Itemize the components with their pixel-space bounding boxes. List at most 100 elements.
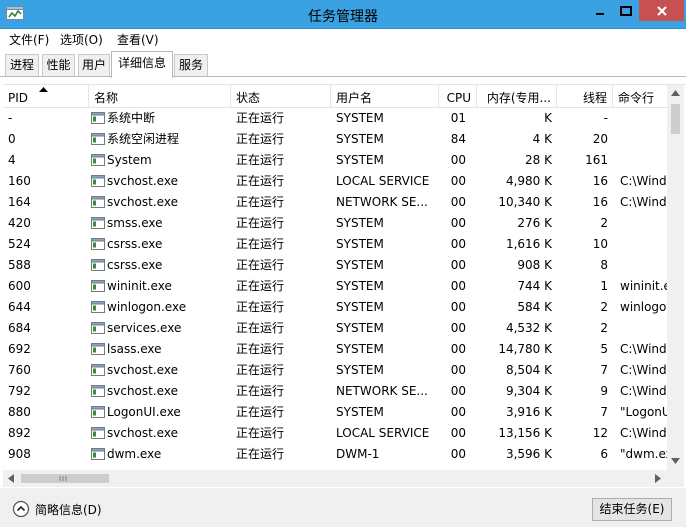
process-name-cell: services.exe xyxy=(107,321,182,335)
command-line-cell: "LogonU xyxy=(620,405,667,419)
application-icon xyxy=(91,175,105,187)
column-memory[interactable]: 内存(专用... xyxy=(477,85,557,108)
pid-cell: 420 xyxy=(8,216,31,230)
application-icon xyxy=(91,217,105,229)
pid-cell: 160 xyxy=(8,174,31,188)
pid-cell: 4 xyxy=(8,153,16,167)
status-cell: 正在运行 xyxy=(236,447,285,461)
scroll-down-icon[interactable] xyxy=(671,458,680,464)
scroll-up-icon[interactable] xyxy=(671,90,680,96)
column-command-line[interactable]: 命令行 xyxy=(613,85,667,108)
column-label: 命令行 xyxy=(618,91,655,105)
status-cell: 正在运行 xyxy=(236,384,285,398)
table-row[interactable]: 524 csrss.exe 正在运行 SYSTEM 00 1,616 K 10 xyxy=(3,234,667,255)
pid-cell: 644 xyxy=(8,300,31,314)
process-name-cell: svchost.exe xyxy=(107,174,178,188)
tab-services[interactable]: 服务 xyxy=(174,54,208,76)
horizontal-scrollbar[interactable] xyxy=(3,470,667,487)
command-line-cell: C:\Windo xyxy=(620,342,667,356)
table-row[interactable]: 792 svchost.exe 正在运行 NETWORK SE... 00 9,304 K… xyxy=(3,381,667,402)
command-line-cell: C:\Windo xyxy=(620,426,667,440)
cpu-cell: 00 xyxy=(450,426,466,440)
memory-cell: 10,340 K xyxy=(498,195,552,209)
column-username[interactable]: 用户名 xyxy=(331,85,439,108)
column-label: 内存(专用... xyxy=(486,91,551,105)
menu-options[interactable]: 选项(O) xyxy=(60,31,103,48)
column-name[interactable]: 名称 xyxy=(89,85,231,108)
cpu-cell: 00 xyxy=(450,384,466,398)
table-row[interactable]: 588 csrss.exe 正在运行 SYSTEM 00 908 K 8 xyxy=(3,255,667,276)
memory-cell: 744 K xyxy=(517,279,552,293)
footer-bar: 简略信息(D) 结束任务(E) xyxy=(0,488,686,527)
username-cell: SYSTEM xyxy=(336,237,384,251)
memory-cell: 3,596 K xyxy=(505,447,552,461)
details-panel: PID 名称 状态 用户名 CPU 内存(专用... 线程 命令行 - 系统中断正… xyxy=(3,84,686,487)
cpu-cell: 00 xyxy=(450,216,466,230)
cpu-cell: 00 xyxy=(450,279,466,293)
vertical-scroll-thumb[interactable] xyxy=(671,104,680,134)
pid-cell: 908 xyxy=(8,447,31,461)
cpu-cell: 00 xyxy=(450,363,466,377)
memory-cell: 3,916 K xyxy=(505,405,552,419)
menu-file[interactable]: 文件(F) xyxy=(9,31,49,48)
tab-details[interactable]: 详细信息 xyxy=(111,51,173,78)
table-row[interactable]: 892 svchost.exe 正在运行 LOCAL SERVICE 00 13,156 … xyxy=(3,423,667,444)
collapse-chevron-icon xyxy=(12,500,30,518)
table-row[interactable]: - 系统中断 正在运行 SYSTEM 01 K - xyxy=(3,108,667,129)
close-button[interactable] xyxy=(639,0,684,21)
table-row[interactable]: 908 dwm.exe 正在运行 DWM-1 00 3,596 K 6 "dwm.ex xyxy=(3,444,667,465)
tab-performance[interactable]: 性能 xyxy=(42,54,75,76)
table-row[interactable]: 644 winlogon.exe 正在运行 SYSTEM 00 584 K 2 winlogo… xyxy=(3,297,667,318)
end-task-button[interactable]: 结束任务(E) xyxy=(592,498,672,521)
application-icon xyxy=(91,154,105,166)
memory-cell: 9,304 K xyxy=(505,384,552,398)
command-line-cell xyxy=(620,255,667,276)
pid-cell: 524 xyxy=(8,237,31,251)
status-cell: 正在运行 xyxy=(236,237,285,251)
cpu-cell: 00 xyxy=(450,321,466,335)
process-name-cell: csrss.exe xyxy=(107,237,163,251)
table-row[interactable]: 760 svchost.exe 正在运行 SYSTEM 00 8,504 K 7 C:\Win… xyxy=(3,360,667,381)
table-row[interactable]: 600 wininit.exe 正在运行 SYSTEM 00 744 K 1 wininit.… xyxy=(3,276,667,297)
column-status[interactable]: 状态 xyxy=(231,85,331,108)
maximize-button[interactable] xyxy=(613,0,639,21)
column-cpu[interactable]: CPU xyxy=(439,85,477,108)
status-cell: 正在运行 xyxy=(236,300,285,314)
vertical-scrollbar[interactable] xyxy=(667,85,684,470)
table-row[interactable]: 692 lsass.exe 正在运行 SYSTEM 00 14,780 K 5 C:\Wind… xyxy=(3,339,667,360)
cpu-cell: 01 xyxy=(450,111,466,125)
threads-cell: 2 xyxy=(600,321,608,335)
memory-cell: K xyxy=(544,111,552,125)
less-details-button[interactable]: 简略信息(D) xyxy=(12,500,102,518)
column-label: CPU xyxy=(446,91,471,105)
table-row[interactable]: 0 系统空闲进程 正在运行 SYSTEM 84 4 K 20 xyxy=(3,129,667,150)
table-row[interactable]: 880 LogonUI.exe 正在运行 SYSTEM 00 3,916 K 7 "Logon… xyxy=(3,402,667,423)
table-row[interactable]: 420 smss.exe 正在运行 SYSTEM 00 276 K 2 xyxy=(3,213,667,234)
title-bar: 任务管理器 xyxy=(0,0,686,29)
tab-processes[interactable]: 进程 xyxy=(5,54,39,76)
scroll-corner xyxy=(667,470,684,487)
cpu-cell: 00 xyxy=(450,342,466,356)
table-row[interactable]: 160 svchost.exe 正在运行 LOCAL SERVICE 00 4,980 K… xyxy=(3,171,667,192)
process-name-cell: System xyxy=(107,153,152,167)
tab-users[interactable]: 用户 xyxy=(78,54,110,76)
horizontal-scroll-thumb[interactable] xyxy=(21,474,109,483)
column-pid[interactable]: PID xyxy=(3,85,89,108)
menu-view[interactable]: 查看(V) xyxy=(117,31,159,48)
table-row[interactable]: 164 svchost.exe 正在运行 NETWORK SE... 00 10,340 … xyxy=(3,192,667,213)
threads-cell: 5 xyxy=(600,342,608,356)
scroll-left-icon[interactable] xyxy=(8,474,14,483)
process-name-cell: smss.exe xyxy=(107,216,163,230)
status-cell: 正在运行 xyxy=(236,111,285,125)
application-icon xyxy=(91,385,105,397)
cpu-cell: 00 xyxy=(450,447,466,461)
table-row[interactable]: 4 System 正在运行 SYSTEM 00 28 K 161 xyxy=(3,150,667,171)
application-icon xyxy=(91,238,105,250)
scroll-right-icon[interactable] xyxy=(655,474,661,483)
table-row[interactable]: 684 services.exe 正在运行 SYSTEM 00 4,532 K 2 xyxy=(3,318,667,339)
minimize-button[interactable] xyxy=(587,0,613,21)
process-name-cell: winlogon.exe xyxy=(107,300,187,314)
close-icon xyxy=(656,5,667,16)
column-threads[interactable]: 线程 xyxy=(557,85,613,108)
command-line-cell xyxy=(620,213,667,234)
